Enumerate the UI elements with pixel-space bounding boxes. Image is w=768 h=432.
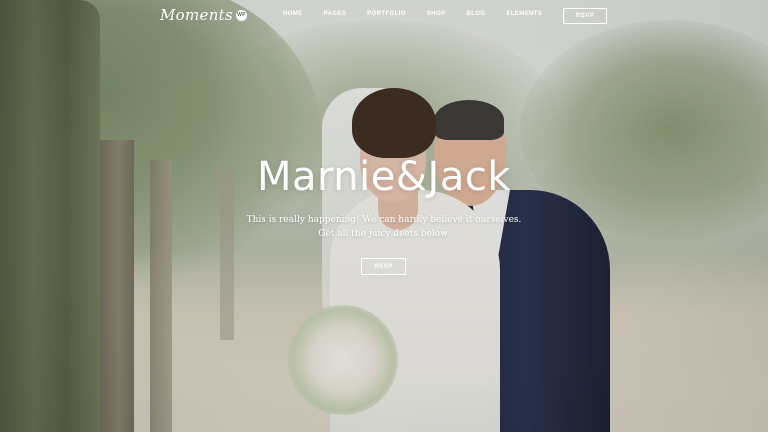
hero-section: Moments WP HOME PAGES PORTFOLIO SHOP BLO…	[0, 0, 768, 432]
nav-item-pages[interactable]: PAGES	[324, 11, 347, 17]
nav-item-blog[interactable]: BLOG	[466, 11, 485, 17]
logo-text: Moments	[160, 6, 233, 24]
header-rsvp-button[interactable]: RSVP	[563, 8, 607, 24]
site-header: Moments WP HOME PAGES PORTFOLIO SHOP BLO…	[0, 0, 768, 34]
nav-item-portfolio[interactable]: PORTFOLIO	[367, 11, 406, 17]
nav-item-home[interactable]: HOME	[283, 11, 303, 17]
site-logo[interactable]: Moments WP	[160, 6, 247, 24]
logo-badge: WP	[235, 9, 247, 21]
main-nav: HOME PAGES PORTFOLIO SHOP BLOG ELEMENTS	[283, 11, 563, 17]
hero-subtitle: This is really happening! We can hardly …	[0, 213, 768, 241]
hero-subtitle-line: Get all the juicy deets below.	[318, 229, 450, 239]
nav-item-shop[interactable]: SHOP	[427, 11, 446, 17]
hero-subtitle-line: This is really happening! We can hardly …	[246, 215, 522, 225]
nav-item-elements[interactable]: ELEMENTS	[506, 11, 542, 17]
hero-rsvp-button[interactable]: RSVP	[361, 258, 406, 275]
hero-title: Marnie&Jack	[257, 154, 511, 200]
